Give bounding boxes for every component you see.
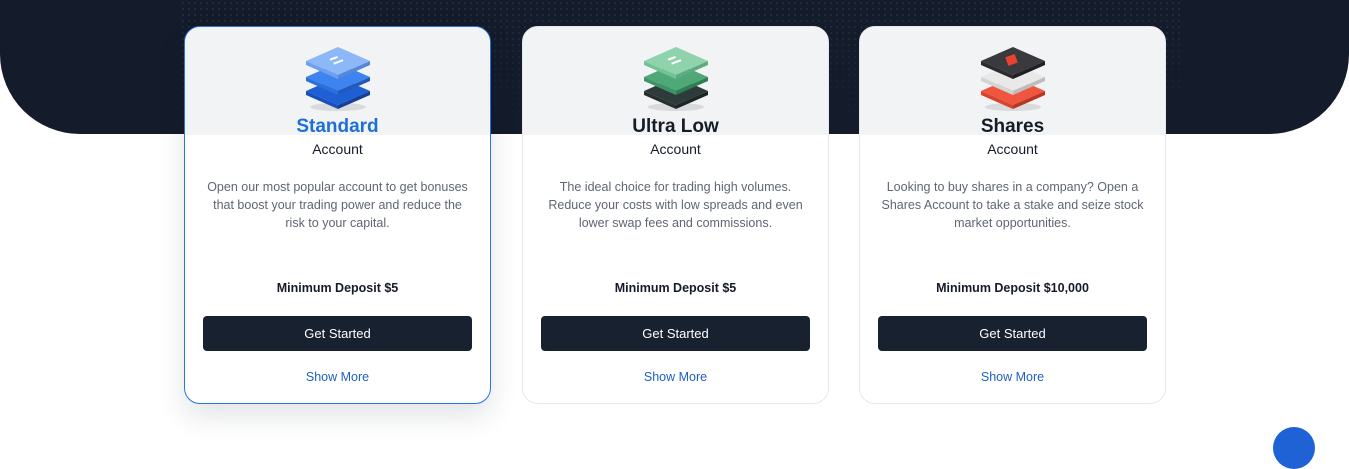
show-more-container: Show More bbox=[523, 369, 828, 385]
account-card-standard[interactable]: Standard Account Open our most popular a… bbox=[184, 26, 491, 404]
account-card-ultra-low[interactable]: Ultra Low Account The ideal choice for t… bbox=[522, 26, 829, 404]
card-subtitle: Account bbox=[987, 141, 1038, 157]
account-card-shares[interactable]: Shares Account Looking to buy shares in … bbox=[859, 26, 1166, 404]
show-more-link[interactable]: Show More bbox=[981, 370, 1044, 384]
card-description: The ideal choice for trading high volume… bbox=[548, 180, 803, 230]
card-title: Shares bbox=[980, 116, 1045, 137]
minimum-deposit: Minimum Deposit $5 bbox=[614, 281, 737, 295]
show-more-container: Show More bbox=[185, 369, 490, 385]
get-started-button[interactable]: Get Started bbox=[541, 316, 810, 351]
card-title: Standard bbox=[296, 116, 379, 137]
show-more-link[interactable]: Show More bbox=[644, 370, 707, 384]
card-subtitle: Account bbox=[650, 141, 701, 157]
card-subtitle: Account bbox=[312, 141, 363, 157]
stacked-layers-green-icon bbox=[643, 47, 708, 111]
stacked-layers-blue-icon bbox=[305, 47, 370, 111]
card-title: Ultra Low bbox=[632, 116, 719, 137]
stacked-layers-red-icon bbox=[980, 47, 1045, 111]
card-description: Looking to buy shares in a company? Open… bbox=[881, 180, 1144, 230]
minimum-deposit: Minimum Deposit $5 bbox=[276, 281, 399, 295]
show-more-link[interactable]: Show More bbox=[306, 370, 369, 384]
get-started-button[interactable]: Get Started bbox=[878, 316, 1147, 351]
get-started-button[interactable]: Get Started bbox=[203, 316, 472, 351]
minimum-deposit: Minimum Deposit $10,000 bbox=[936, 281, 1089, 295]
chat-bubble-icon[interactable] bbox=[1273, 427, 1315, 469]
card-description: Open our most popular account to get bon… bbox=[207, 180, 468, 230]
show-more-container: Show More bbox=[860, 369, 1165, 385]
